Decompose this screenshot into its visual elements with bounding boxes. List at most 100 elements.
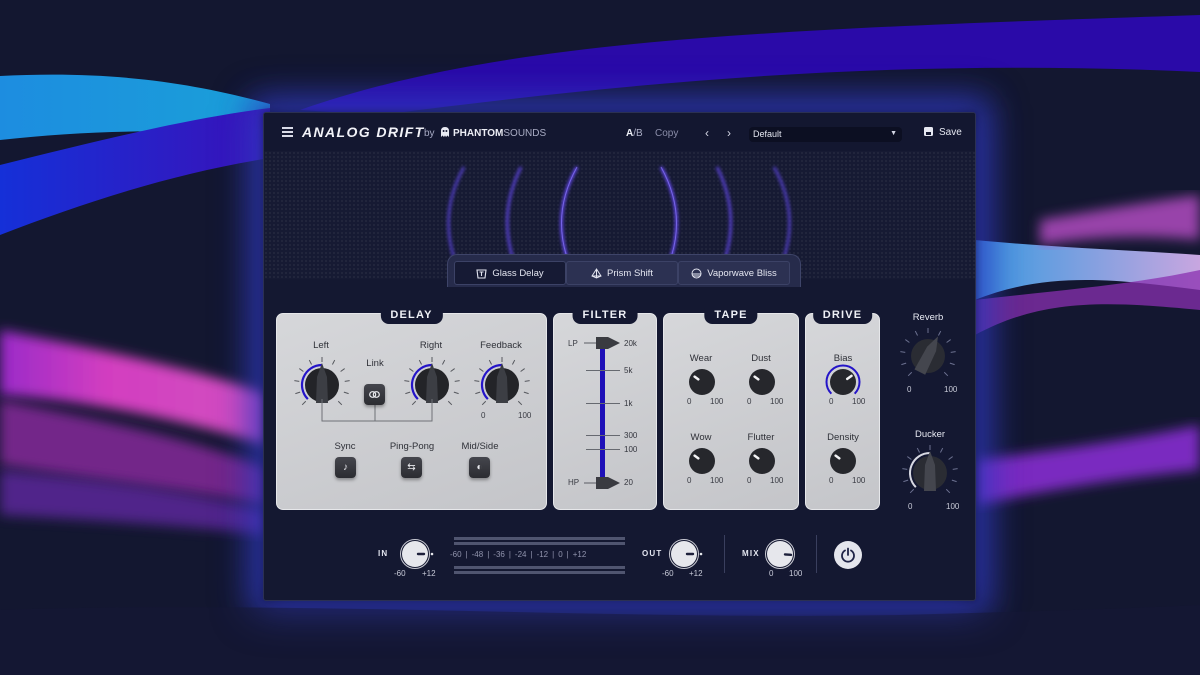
bias-min: 0 <box>829 397 834 406</box>
knob-tick <box>331 359 336 365</box>
flutter-knob[interactable] <box>746 445 778 477</box>
bias-knob[interactable] <box>825 364 861 400</box>
mix-max: 100 <box>789 569 803 578</box>
knob-body <box>749 369 775 395</box>
knob-tick <box>907 371 913 377</box>
panel-title: DELAY <box>380 307 443 324</box>
reverb-knob[interactable] <box>898 326 958 386</box>
knob-tick <box>299 368 304 372</box>
link-label: Link <box>366 358 384 369</box>
preset-dropdown[interactable]: Default ▼ <box>749 127 902 142</box>
dust-min: 0 <box>747 397 752 406</box>
save-button[interactable]: Save <box>924 127 962 138</box>
power-icon <box>841 547 855 563</box>
level-meter-left <box>454 542 625 545</box>
knob-tick <box>343 391 349 395</box>
knob-tick <box>939 447 944 453</box>
knob-tick <box>943 371 949 377</box>
tab-prism-shift[interactable]: Prism Shift <box>566 261 678 285</box>
mid-side-button[interactable]: ◐ <box>469 457 490 478</box>
meter-scale-divider: | <box>487 550 490 559</box>
mix-label: MIX <box>742 549 760 558</box>
knob-tick <box>308 359 313 365</box>
out-min: -60 <box>662 569 674 578</box>
panel-title: DRIVE <box>812 307 873 324</box>
tab-label: Glass Delay <box>492 267 544 279</box>
wow-knob[interactable] <box>686 445 718 477</box>
meter-scale-tick: -36 <box>493 550 505 559</box>
knob-tick <box>405 391 411 395</box>
dust-label: Dust <box>751 353 771 364</box>
filter-tick <box>586 370 620 372</box>
wear-max: 100 <box>710 397 724 406</box>
knob-tick <box>950 351 956 353</box>
filter-tick-label: 100 <box>624 445 638 454</box>
sync-button[interactable]: ♪ <box>335 457 356 478</box>
power-button[interactable] <box>834 541 862 569</box>
hp-slider-handle[interactable] <box>584 476 622 490</box>
knob-tick <box>450 368 455 372</box>
filter-tick-label: 20k <box>624 339 637 348</box>
ping-pong-label: Ping-Pong <box>389 441 435 452</box>
knob-tick <box>404 380 410 382</box>
knob-body <box>830 448 856 474</box>
ducker-label: Ducker <box>914 429 946 440</box>
meter-scale-divider: | <box>465 550 468 559</box>
density-knob[interactable] <box>827 445 859 477</box>
density-label: Density <box>827 432 859 443</box>
mix-knob[interactable] <box>764 537 800 571</box>
knob-tick <box>295 391 301 395</box>
knob-dot <box>430 552 434 556</box>
ping-pong-button[interactable]: ⇆ <box>401 457 422 478</box>
output-gain-knob[interactable] <box>666 537 706 571</box>
tab-vaporwave-bliss[interactable]: Vaporwave Bliss <box>678 261 790 285</box>
knob-tick <box>914 330 919 336</box>
knob-tick <box>344 380 350 382</box>
filter-tick-label: 5k <box>624 366 633 375</box>
ab-b: /B <box>633 128 643 139</box>
out-label: OUT <box>642 549 663 558</box>
ducker-knob[interactable] <box>900 443 960 503</box>
wow-max: 100 <box>710 476 724 485</box>
meter-scale-tick: 0 <box>558 550 563 559</box>
input-gain-knob[interactable] <box>397 537 437 571</box>
link-button[interactable] <box>364 384 385 405</box>
copy-button[interactable]: Copy <box>655 128 678 139</box>
prism-icon <box>591 267 602 279</box>
plugin-window: ANALOG DRIFT by PHANTOMSOUNDS A/B Copy ‹… <box>263 112 976 601</box>
filter-tick-label: 20 <box>624 478 633 487</box>
by-label: by <box>424 128 435 139</box>
plugin-title: ANALOG DRIFT <box>302 124 425 140</box>
dust-knob[interactable] <box>746 366 778 398</box>
wear-knob[interactable] <box>686 366 718 398</box>
knob-tick <box>901 362 907 366</box>
ducker-min: 0 <box>908 502 913 511</box>
tab-label: Prism Shift <box>607 267 653 279</box>
in-max: +12 <box>422 569 436 578</box>
knob-tick <box>474 380 480 382</box>
ghost-icon <box>441 127 449 137</box>
ab-toggle[interactable]: A/B <box>626 128 643 139</box>
divider <box>816 535 817 573</box>
level-meter-left <box>454 537 625 540</box>
bias-label: Bias <box>833 353 853 364</box>
feedback-knob[interactable] <box>471 354 533 416</box>
knob-body <box>749 448 775 474</box>
drive-panel: DRIVE Bias 0 100 Density 0 100 <box>805 307 880 510</box>
knob-tick <box>441 359 446 365</box>
chevron-right-icon[interactable]: › <box>727 126 731 140</box>
knob-tick <box>418 359 423 365</box>
lp-label: LP <box>568 339 578 348</box>
chevron-left-icon[interactable]: ‹ <box>705 126 709 140</box>
tab-glass-delay[interactable]: Glass Delay <box>454 261 566 285</box>
knob-tick <box>409 368 414 372</box>
hamburger-icon[interactable] <box>282 127 293 137</box>
lp-slider-handle[interactable] <box>584 336 622 350</box>
meter-scale-divider: | <box>508 550 511 559</box>
knob-tick <box>479 368 484 372</box>
in-label: IN <box>378 549 389 558</box>
preset-value: Default <box>753 129 782 139</box>
header-bar: ANALOG DRIFT by PHANTOMSOUNDS A/B Copy ‹… <box>264 113 975 151</box>
knob-tick <box>946 339 951 343</box>
music-note-icon: ♪ <box>343 462 348 473</box>
